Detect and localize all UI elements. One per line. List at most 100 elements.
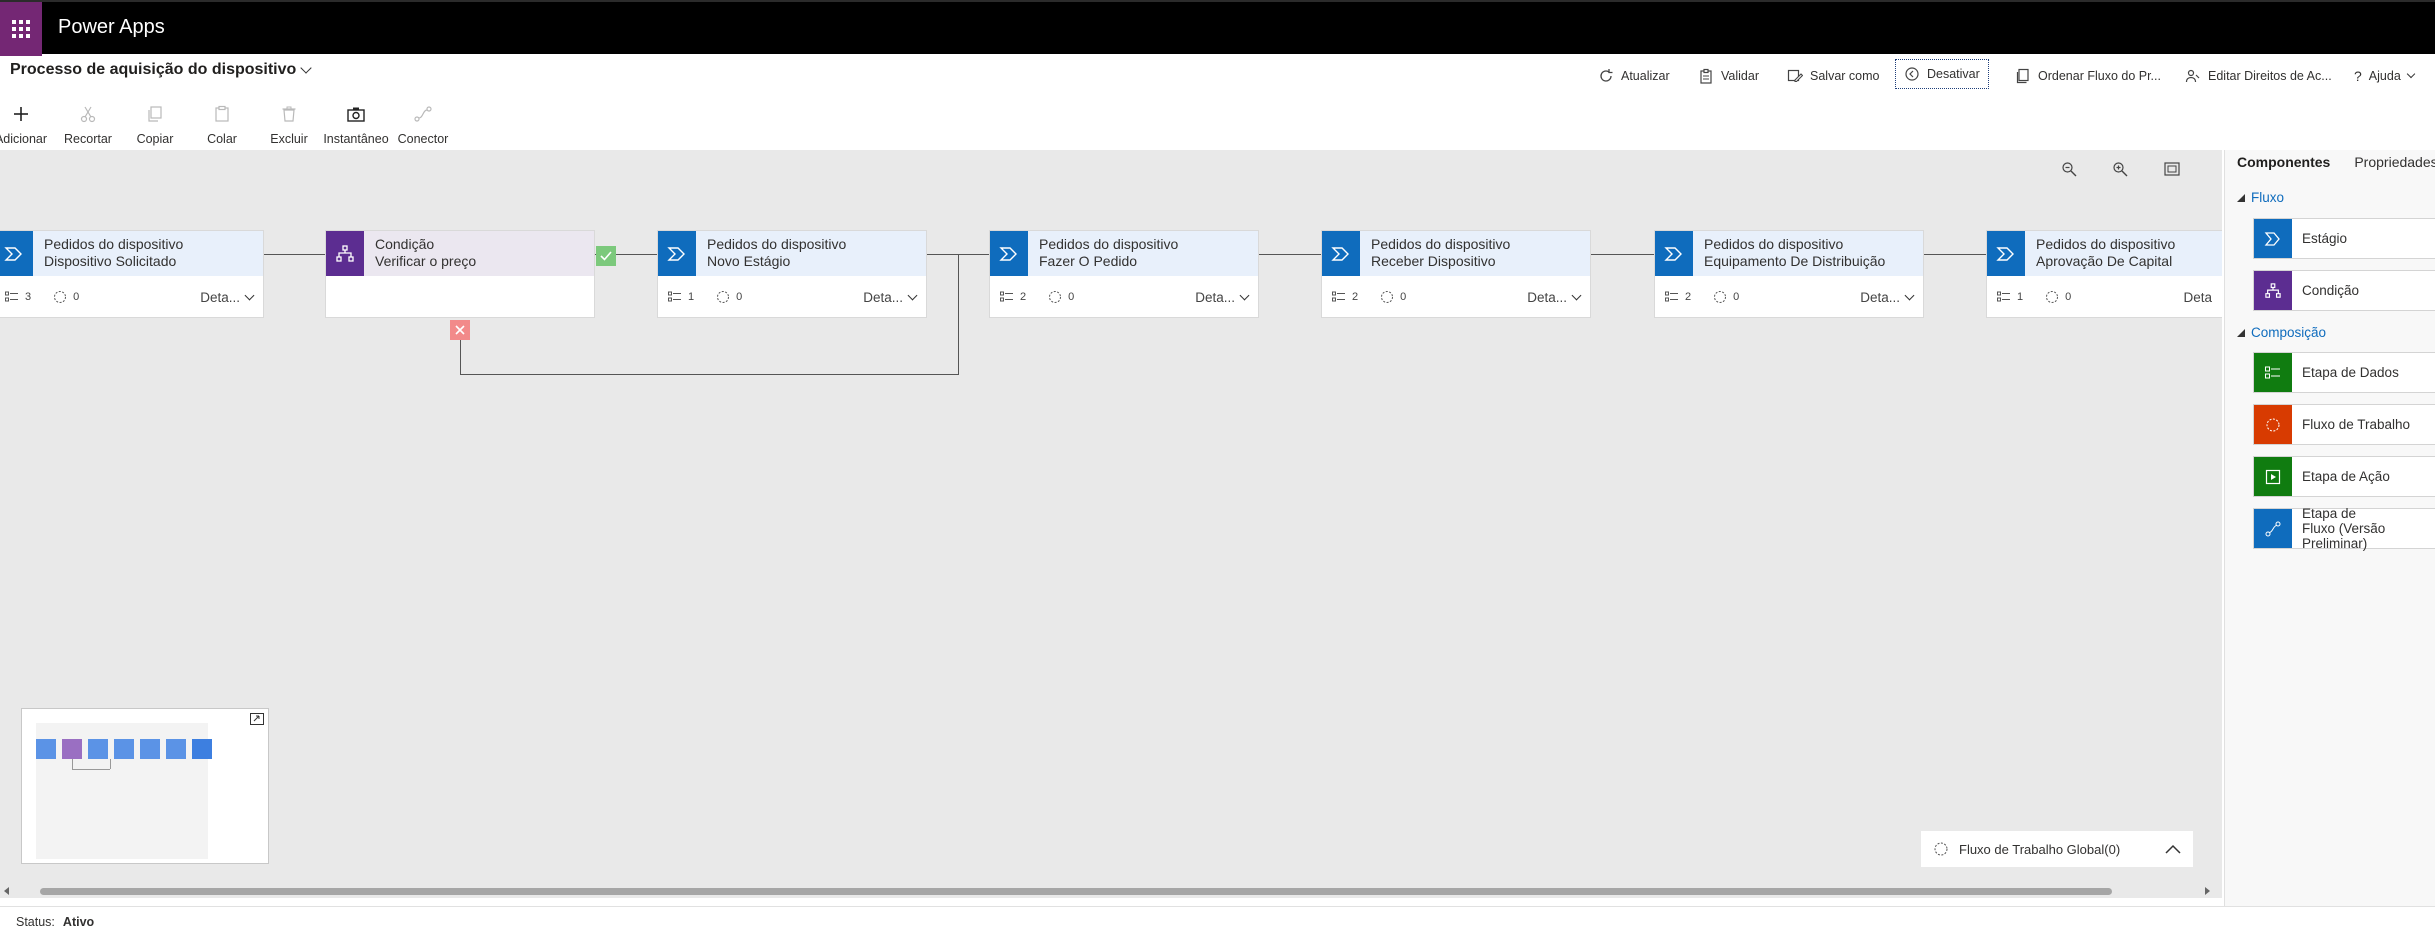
component-data-step[interactable]: Etapa de Dados — [2253, 352, 2435, 393]
details-toggle[interactable]: Deta... — [1195, 290, 1250, 305]
paste-label: Colar — [207, 132, 237, 146]
steps-icon — [1997, 291, 2010, 302]
stage-node[interactable]: Pedidos do dispositivo Dispositivo Solic… — [0, 230, 264, 318]
action-step-icon — [2254, 457, 2292, 496]
stage-node[interactable]: Pedidos do dispositivo Aprovação De Capi… — [1986, 230, 2222, 318]
details-toggle[interactable]: Deta... — [863, 290, 918, 305]
edit-rights-button[interactable]: Editar Direitos de Ac... — [2185, 63, 2332, 89]
scrollbar-thumb[interactable] — [40, 888, 2112, 895]
designer-canvas[interactable]: Pedidos do dispositivo Dispositivo Solic… — [0, 150, 2222, 892]
plus-icon — [14, 107, 28, 121]
minimap-stage — [36, 739, 56, 759]
order-flow-button[interactable]: Ordenar Fluxo do Pr... — [2015, 63, 2161, 89]
process-title-dropdown[interactable]: Processo de aquisição do dispositivo — [10, 61, 312, 79]
minimap-condition — [62, 739, 82, 759]
stage-node[interactable]: Pedidos do dispositivo Fazer O Pedido 2 … — [989, 230, 1259, 318]
stage-icon — [2254, 219, 2292, 258]
help-button[interactable]: ? Ajuda — [2354, 63, 2416, 89]
steps-count: 1 — [1997, 291, 2023, 303]
condition-name: Verificar o preço — [375, 253, 477, 269]
workflows-count: 0 — [53, 290, 79, 304]
stage-node[interactable]: Pedidos do dispositivo Receber Dispositi… — [1321, 230, 1591, 318]
steps-icon — [668, 291, 681, 302]
details-toggle[interactable]: Deta... — [1860, 290, 1915, 305]
flow-section-header[interactable]: Fluxo — [2237, 190, 2284, 205]
question-icon: ? — [2354, 68, 2362, 84]
condition-node[interactable]: Condição Verificar o preço — [325, 230, 595, 318]
refresh-label: Atualizar — [1621, 69, 1670, 83]
collapse-triangle-icon — [2237, 193, 2245, 202]
zoom-out-button[interactable] — [2058, 158, 2080, 180]
add-label: Adicionar — [0, 132, 48, 146]
workflows-count: 0 — [1048, 290, 1074, 304]
save-as-button[interactable]: Salvar como — [1787, 63, 1879, 89]
tab-properties[interactable]: Propriedades — [2354, 154, 2435, 176]
tab-components[interactable]: Componentes — [2237, 154, 2330, 176]
steps-count: 2 — [1665, 291, 1691, 303]
copy-button[interactable]: Copiar — [120, 102, 190, 146]
scroll-left-icon[interactable] — [0, 884, 14, 898]
horizontal-scrollbar[interactable] — [0, 884, 2222, 898]
component-flow-step[interactable]: Etapa de Fluxo (Versão Preliminar) — [2253, 506, 2435, 551]
component-action-step[interactable]: Etapa de Ação — [2253, 456, 2435, 497]
fit-screen-icon — [2164, 162, 2180, 176]
details-toggle[interactable]: Deta... — [1527, 290, 1582, 305]
copy-label: Copiar — [136, 132, 174, 146]
workflow-icon — [2046, 291, 2059, 303]
workflow-icon — [2254, 405, 2292, 444]
add-button[interactable]: Adicionar — [0, 102, 56, 146]
chevron-down-icon — [907, 290, 918, 300]
scroll-right-icon[interactable] — [2200, 884, 2214, 898]
delete-button[interactable]: Excluir — [254, 102, 324, 146]
connector-label: Conector — [397, 132, 449, 146]
cut-button[interactable]: Recortar — [53, 102, 123, 146]
cut-label: Recortar — [64, 132, 112, 146]
collapse-minimap-icon[interactable] — [250, 713, 264, 725]
details-toggle[interactable]: Deta... — [200, 290, 255, 305]
deactivate-button[interactable]: Desativar — [1895, 59, 1989, 89]
global-workflow-panel[interactable]: Fluxo de Trabalho Global(0) — [1921, 831, 2193, 867]
component-stage[interactable]: Estágio — [2253, 218, 2435, 259]
chevron-down-icon — [1239, 290, 1250, 300]
chevron-up-icon[interactable] — [2165, 844, 2181, 854]
people-icon — [2185, 69, 2200, 83]
composition-section-header[interactable]: Composição — [2237, 325, 2326, 340]
stage-entity: Pedidos do dispositivo — [44, 236, 184, 252]
stage-icon — [0, 231, 33, 276]
stage-entity: Pedidos do dispositivo — [1039, 236, 1179, 252]
workflow-icon — [1049, 291, 1062, 303]
component-workflow[interactable]: Fluxo de Trabalho — [2253, 404, 2435, 445]
document-copy-icon — [2016, 68, 2029, 84]
minimap-stage — [114, 739, 134, 759]
minimap[interactable] — [21, 708, 269, 864]
stage-entity: Pedidos do dispositivo — [1371, 236, 1511, 252]
help-label: Ajuda — [2368, 69, 2401, 83]
stage-node[interactable]: Pedidos do dispositivo Equipamento De Di… — [1654, 230, 1924, 318]
refresh-button[interactable]: Atualizar — [1598, 63, 1670, 89]
fit-to-screen-button[interactable] — [2161, 158, 2183, 180]
connector-button[interactable]: Conector — [388, 102, 458, 146]
steps-count: 1 — [668, 291, 694, 303]
details-toggle[interactable]: Deta — [2183, 290, 2212, 305]
zoom-in-button[interactable] — [2109, 158, 2131, 180]
steps-icon — [1332, 291, 1345, 302]
status-value: Ativo — [62, 914, 95, 929]
component-condition[interactable]: Condição — [2253, 270, 2435, 311]
workflow-icon — [1714, 291, 1727, 303]
paste-button[interactable]: Colar — [187, 102, 257, 146]
connector-line — [264, 254, 326, 255]
connector-line — [1259, 254, 1322, 255]
stage-entity: Pedidos do dispositivo — [2036, 236, 2176, 252]
app-launcher-button[interactable] — [0, 2, 42, 56]
snapshot-button[interactable]: Instantâneo — [321, 102, 391, 146]
steps-count: 2 — [1000, 291, 1026, 303]
save-as-label: Salvar como — [1810, 69, 1880, 83]
collapse-triangle-icon — [2237, 328, 2245, 337]
deactivate-icon — [1905, 67, 1919, 81]
workflow-icon — [54, 291, 67, 303]
workflow-icon — [1934, 842, 1948, 856]
stage-node[interactable]: Pedidos do dispositivo Novo Estágio 1 0 … — [657, 230, 927, 318]
stage-name: Novo Estágio — [707, 253, 791, 269]
validate-button[interactable]: Validar — [1698, 63, 1759, 89]
stage-name: Fazer O Pedido — [1039, 253, 1138, 269]
